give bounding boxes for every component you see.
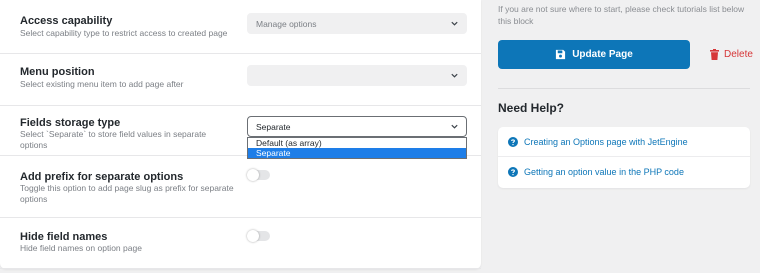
help-link-label: Getting an option value in the PHP code (524, 167, 684, 177)
access-capability-select[interactable]: Manage options (247, 13, 467, 34)
access-capability-row: Access capability Select capability type… (0, 0, 481, 54)
menu-position-label: Menu position (20, 66, 95, 78)
toggle-knob (247, 169, 259, 181)
help-title: Need Help? (498, 101, 565, 115)
question-circle-icon (508, 167, 518, 177)
update-page-label: Update Page (572, 49, 633, 60)
settings-card: Access capability Select capability type… (0, 0, 481, 269)
trash-icon (710, 48, 719, 60)
access-capability-label: Access capability (20, 15, 113, 27)
menu-position-row: Menu position Select existing menu item … (0, 54, 481, 106)
fields-storage-type-dropdown: Default (as array) Separate (247, 137, 467, 159)
hide-field-names-row: Hide field names Hide field names on opt… (0, 218, 481, 269)
menu-position-description: Select existing menu item to add page af… (20, 79, 184, 89)
update-page-button[interactable]: Update Page (498, 40, 690, 69)
help-link-option-value[interactable]: Getting an option value in the PHP code (498, 157, 750, 187)
hide-field-names-toggle[interactable] (247, 230, 270, 242)
toggle-knob (247, 230, 259, 242)
delete-button[interactable]: Delete (710, 47, 753, 61)
help-link-label: Creating an Options page with JetEngine (524, 136, 688, 147)
fields-storage-type-label: Fields storage type (20, 117, 121, 129)
add-prefix-toggle[interactable] (247, 169, 270, 181)
menu-position-select[interactable] (247, 65, 467, 86)
help-link-options-page[interactable]: Creating an Options page with JetEngine (498, 127, 750, 157)
hide-field-names-label: Hide field names (20, 231, 108, 243)
add-prefix-row: Add prefix for separate options Toggle t… (0, 156, 481, 218)
sidebar-divider (498, 88, 750, 89)
access-capability-description: Select capability type to restrict acces… (20, 28, 228, 38)
chevron-down-icon (451, 21, 458, 26)
access-capability-value: Manage options (256, 19, 317, 29)
hide-field-names-description: Hide field names on option page (20, 243, 142, 253)
question-circle-icon (508, 136, 518, 147)
sidebar-hint: If you are not sure where to start, plea… (498, 4, 745, 26)
dropdown-option-default[interactable]: Default (as array) (248, 138, 466, 148)
add-prefix-description: Toggle this option to add page slug as p… (20, 183, 234, 204)
fields-storage-type-description: Select `Separate` to store field values … (20, 129, 207, 150)
delete-label: Delete (724, 48, 753, 60)
fields-storage-type-value: Separate (256, 122, 291, 132)
chevron-down-icon (451, 73, 458, 78)
add-prefix-label: Add prefix for separate options (20, 171, 184, 183)
help-card: Creating an Options page with JetEngine … (498, 127, 750, 188)
chevron-down-icon (451, 124, 458, 129)
save-disk-icon (556, 49, 566, 60)
dropdown-option-separate[interactable]: Separate (248, 148, 466, 158)
fields-storage-type-select[interactable]: Separate (247, 116, 467, 137)
